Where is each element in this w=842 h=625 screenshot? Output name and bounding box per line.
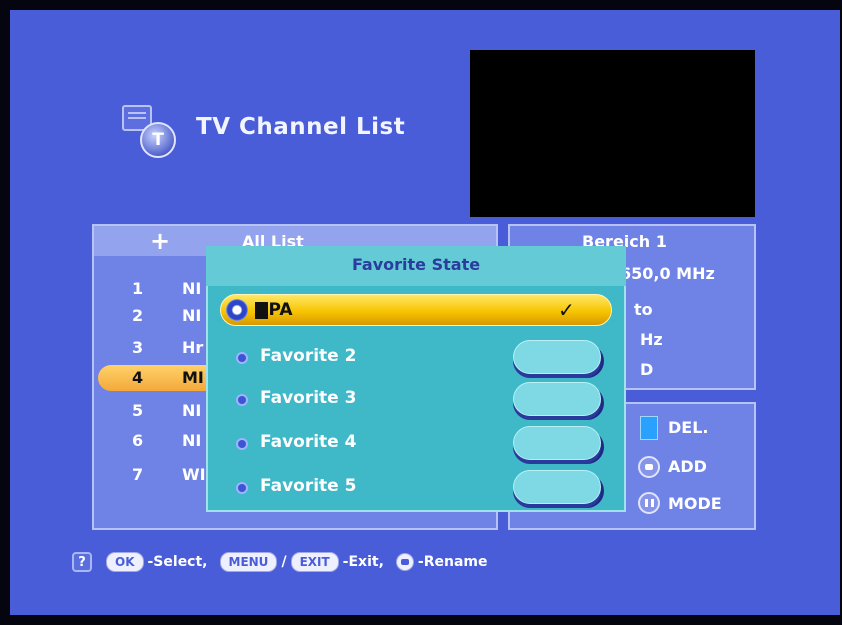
bullet-icon [236,438,248,450]
help-rename-text: -Rename [417,554,488,570]
rename-key-icon[interactable] [395,553,414,571]
channel-name: MI [182,368,204,387]
channel-number: 6 [132,431,144,450]
dialog-title: Favorite State [206,246,626,286]
channel-number: 1 [132,279,144,298]
radio-selected-icon [226,299,248,321]
channel-name: NI [182,279,202,298]
menu-key[interactable]: MENU [219,552,278,572]
legend-add: ADD [668,457,707,476]
legend-del: DEL. [668,418,709,437]
help-slash: / [281,554,287,570]
video-preview [470,50,755,217]
check-icon: ✓ [558,298,575,322]
channel-name: NI [182,306,202,325]
plus-icon[interactable]: + [150,229,170,253]
info-frequency: 650,0 MHz [620,264,715,283]
add-key-icon [638,456,660,478]
tv-badge-icon: T [140,122,176,158]
favorite-label: CPA [256,300,293,320]
info-line3: to [634,300,653,319]
channel-number: 3 [132,338,144,357]
favorite-toggle[interactable] [513,382,601,416]
info-line4: Hz [640,330,663,349]
tv-screen: T TV Channel List + All List 1 NI 2 NI 3… [10,10,840,615]
channel-name: NI [182,401,202,420]
favorite-label[interactable]: Favorite 4 [260,432,356,452]
favorite-label[interactable]: Favorite 3 [260,388,356,408]
help-bar: ? OK -Select, MENU / EXIT -Exit, -Rename [72,550,487,574]
bullet-icon [236,482,248,494]
exit-key[interactable]: EXIT [290,552,339,572]
info-line5: D [640,360,654,379]
favorite-label[interactable]: Favorite 2 [260,346,356,366]
channel-number: 7 [132,465,144,484]
help-select-text: -Select, [147,554,208,570]
channel-name: Hr [182,338,204,357]
favorite-toggle[interactable] [513,340,601,374]
channel-number: 4 [132,368,144,387]
channel-name: NI [182,431,202,450]
favorite-toggle[interactable] [513,470,601,504]
bullet-icon [236,394,248,406]
favorite-label[interactable]: Favorite 5 [260,476,356,496]
channel-number: 5 [132,401,144,420]
ok-key[interactable]: OK [106,552,144,572]
help-exit-text: -Exit, [342,554,384,570]
channel-name: WI [182,465,206,484]
help-icon[interactable]: ? [72,552,92,572]
legend-mode: MODE [668,494,722,513]
channel-number: 2 [132,306,144,325]
blue-key-icon [640,416,658,440]
bullet-icon [236,352,248,364]
mode-key-icon [638,492,660,514]
favorite-toggle[interactable] [513,426,601,460]
page-title: TV Channel List [196,114,406,140]
